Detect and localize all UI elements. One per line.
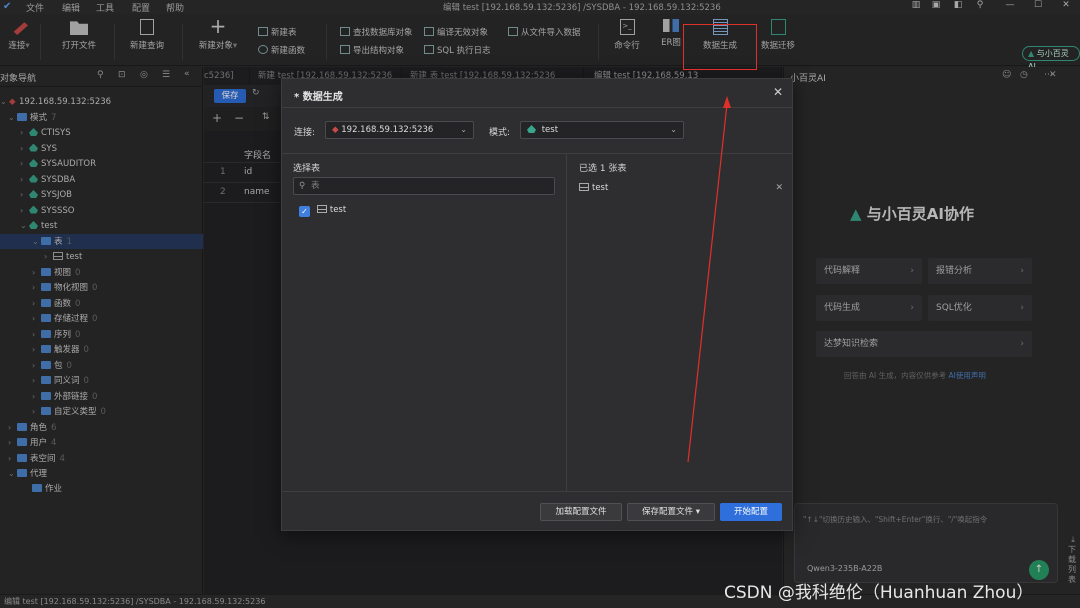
start-config-button[interactable]: 开始配置: [720, 503, 782, 521]
divider: [282, 107, 792, 108]
layout-icon[interactable]: ▥: [908, 0, 924, 10]
choose-table-label: 选择表: [293, 164, 321, 174]
menu-file[interactable]: 文件: [26, 1, 44, 14]
data-generate-dialog: * 数据生成 ✕ 连接: ◆ 192.168.59.132:5236 ⌄ 模式:…: [281, 78, 793, 531]
menu-tools[interactable]: 工具: [96, 1, 114, 14]
dialog-title: * 数据生成: [294, 92, 343, 103]
watermark: CSDN @我科绝伦（Huanhuan Zhou）: [724, 583, 1034, 603]
app-logo-icon: ✔: [3, 1, 12, 12]
selected-table-item[interactable]: test ✕: [579, 183, 783, 197]
connection-icon: ◆: [332, 125, 339, 135]
connection-select[interactable]: ◆ 192.168.59.132:5236 ⌄: [325, 121, 474, 139]
maximize-icon[interactable]: ☐: [1030, 0, 1046, 10]
divider: [282, 491, 792, 492]
table-search-input[interactable]: ⚲ 表: [293, 177, 555, 195]
menu-config[interactable]: 配置: [132, 1, 150, 14]
pane-divider: [566, 153, 567, 491]
close-icon[interactable]: ✕: [770, 85, 786, 99]
schema-select[interactable]: test ⌄: [520, 121, 684, 139]
status-text: 编辑 test [192.168.59.132:5236] /SYSDBA - …: [4, 597, 266, 606]
title-bar: ✔ 文件 编辑 工具 配置 帮助 编辑 test [192.168.59.132…: [0, 0, 1080, 14]
load-config-button[interactable]: 加载配置文件: [540, 503, 622, 521]
chevron-down-icon: ⌄: [670, 125, 677, 134]
window-title: 编辑 test [192.168.59.132:5236] /SYSDBA - …: [443, 3, 721, 13]
close-window-icon[interactable]: ✕: [1058, 0, 1074, 10]
highlight-box: [683, 24, 757, 70]
menu-edit[interactable]: 编辑: [62, 1, 80, 14]
selected-count-label: 已选 1 张表: [579, 164, 627, 174]
table-list-item[interactable]: ✓ test: [299, 205, 346, 219]
remove-icon[interactable]: ✕: [775, 183, 783, 193]
table-icon: [579, 183, 589, 191]
checkbox-checked-icon[interactable]: ✓: [299, 206, 310, 217]
panel-icon[interactable]: ▣: [928, 0, 944, 10]
save-config-button[interactable]: 保存配置文件 ▾: [627, 503, 715, 521]
chevron-down-icon: ▾: [695, 507, 700, 517]
pin-icon[interactable]: ⚲: [972, 0, 988, 10]
schema-label: 模式:: [489, 128, 511, 138]
schema-icon: [527, 125, 536, 133]
split-icon[interactable]: ◧: [950, 0, 966, 10]
search-icon: ⚲: [299, 181, 306, 191]
divider: [282, 153, 792, 154]
table-icon: [316, 205, 327, 213]
connection-label: 连接:: [294, 128, 316, 138]
minimize-icon[interactable]: —: [1002, 0, 1018, 10]
chevron-down-icon: ⌄: [460, 125, 467, 134]
menu-help[interactable]: 帮助: [166, 1, 184, 14]
